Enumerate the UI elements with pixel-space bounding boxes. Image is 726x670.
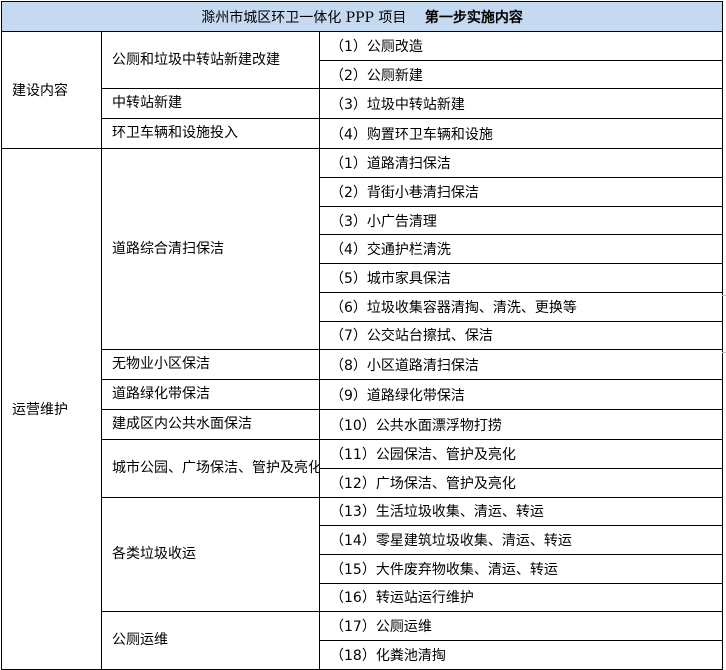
subcategory-cell: 公厕和垃圾中转站新建改建	[101, 30, 320, 90]
task-item-cell: （1）道路清扫保洁	[318, 148, 724, 179]
task-item-cell: （3）小广告清理	[318, 205, 724, 236]
table-row: 环卫车辆和设施投入 （4）购置环卫车辆和设施	[2, 118, 724, 150]
task-item-cell: （15）大件废弃物收集、清运、转运	[318, 553, 724, 584]
task-item-cell: （2）背街小巷清扫保洁	[318, 177, 724, 207]
table-title-row: 滁州市城区环卫一体化 PPP 项目 第一步实施内容	[0, 1, 724, 32]
task-item-cell: （6）垃圾收集容器清掏、清洗、更换等	[318, 291, 724, 322]
task-item-cell: （5）城市家具保洁	[318, 263, 724, 293]
task-item-cell: （11）公园保洁、管护及亮化	[318, 439, 724, 469]
task-item-cell: （2）公厕新建	[318, 59, 724, 90]
task-item-cell: （4）交通护栏清洗	[318, 234, 724, 265]
table-title: 滁州市城区环卫一体化 PPP 项目 第一步实施内容	[0, 1, 724, 32]
implementation-scope-table: 滁州市城区环卫一体化 PPP 项目 第一步实施内容 建设内容 公厕和垃圾中转站新建…	[0, 1, 724, 670]
table-row: 城市公园、广场保洁、管护及亮化 （11）公园保洁、管护及亮化	[2, 439, 724, 498]
subcategory-cell: 各类垃圾收运	[101, 496, 320, 613]
table-row: 建成区内公共水面保洁 （10）公共水面漂浮物打捞	[2, 409, 724, 441]
table-row: 无物业小区保洁 （8）小区道路清扫保洁	[2, 349, 724, 381]
page-edge-mark	[722, 295, 726, 296]
subcategory-cell: 环卫车辆和设施投入	[101, 118, 320, 150]
task-item-cell: （3）垃圾中转站新建	[318, 88, 724, 120]
subcategory-cell: 城市公园、广场保洁、管护及亮化	[101, 439, 320, 498]
task-item-cell: （7）公交站台擦拭、保洁	[318, 320, 724, 351]
page-edge-mark	[722, 352, 726, 353]
subcategory-cell: 道路综合清扫保洁	[101, 148, 320, 351]
project-title: 滁州市城区环卫一体化 PPP 项目	[201, 9, 407, 26]
subcategory-cell: 公厕运维	[101, 611, 320, 670]
table-body: 建设内容 公厕和垃圾中转站新建改建 （1）公厕改造 （2）公厕新建 中转站新建 （3）垃圾…	[1, 30, 724, 670]
table-row: 公厕运维 （17）公厕运维	[2, 611, 724, 670]
subcategory-cell: 建成区内公共水面保洁	[101, 409, 320, 441]
task-item-cell: （17）公厕运维	[318, 611, 724, 641]
task-item-cell: （12）广场保洁、管护及亮化	[318, 467, 724, 498]
task-item-cell: （16）转运站运行维护	[318, 582, 724, 613]
table-row: 运营维护 道路综合清扫保洁 （1）道路清扫保洁	[1, 148, 724, 670]
table-row: 建设内容 公厕和垃圾中转站新建改建 （1）公厕改造	[1, 30, 724, 150]
subcategory-cell: 无物业小区保洁	[101, 349, 320, 381]
category-cell: 运营维护	[1, 148, 102, 670]
table-row: 中转站新建 （3）垃圾中转站新建	[2, 88, 724, 120]
table-row: 道路绿化带保洁 （9）道路绿化带保洁	[2, 379, 724, 411]
subcategory-cell: 中转站新建	[101, 88, 320, 120]
task-item-cell: （4）购置环卫车辆和设施	[318, 118, 724, 150]
task-item-cell: （10）公共水面漂浮物打捞	[318, 409, 724, 441]
task-item-cell: （1）公厕改造	[318, 31, 724, 61]
task-item-cell: （14）零星建筑垃圾收集、清运、转运	[318, 525, 724, 555]
subcategory-cell: 道路绿化带保洁	[101, 379, 320, 411]
step-title: 第一步实施内容	[424, 9, 523, 26]
task-item-cell: （8）小区道路清扫保洁	[318, 349, 724, 381]
task-item-cell: （13）生活垃圾收集、清运、转运	[318, 496, 724, 527]
task-item-cell: （9）道路绿化带保洁	[318, 379, 724, 411]
category-cell: 建设内容	[1, 30, 102, 150]
table-row: 各类垃圾收运 （13）生活垃圾收集、清运、转运	[2, 496, 724, 613]
